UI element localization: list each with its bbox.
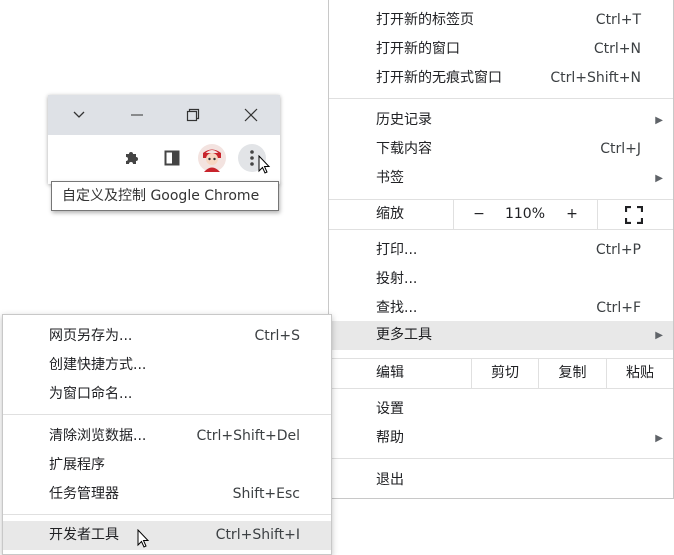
menu-item-extensions[interactable]: 扩展程序 bbox=[3, 451, 331, 480]
menu-item-label: 设置 bbox=[376, 401, 404, 417]
menu-separator bbox=[329, 388, 673, 389]
zoom-level: 110% bbox=[504, 206, 546, 222]
submenu-arrow-icon: ▶ bbox=[655, 330, 663, 341]
menu-item-new-window[interactable]: 打开新的窗口 Ctrl+N bbox=[329, 35, 673, 64]
vertical-dots-icon bbox=[250, 150, 254, 166]
menu-item-label: 扩展程序 bbox=[49, 457, 105, 473]
menu-item-name-window[interactable]: 为窗口命名... bbox=[3, 380, 331, 409]
tooltip: 自定义及控制 Google Chrome bbox=[51, 181, 279, 211]
menu-item-label: 退出 bbox=[376, 472, 404, 488]
menu-item-label: 任务管理器 bbox=[49, 486, 119, 502]
zoom-label: 缩放 bbox=[376, 206, 404, 222]
close-button[interactable] bbox=[228, 95, 274, 135]
menu-item-label: 打开新的窗口 bbox=[376, 41, 460, 57]
menu-item-label: 创建快捷方式... bbox=[49, 357, 147, 373]
menu-item-find[interactable]: 查找... Ctrl+F bbox=[329, 294, 673, 323]
mouse-cursor-icon bbox=[137, 529, 150, 548]
restore-icon bbox=[186, 108, 200, 122]
menu-separator bbox=[3, 514, 331, 515]
menu-item-more-tools[interactable]: 更多工具 ▶ bbox=[329, 321, 673, 350]
avatar-icon bbox=[198, 144, 226, 172]
chevron-down-icon bbox=[73, 111, 85, 118]
menu-item-shortcut: Ctrl+P bbox=[595, 242, 641, 258]
side-panel-button[interactable] bbox=[158, 144, 186, 172]
menu-item-label: 历史记录 bbox=[376, 112, 432, 128]
minimize-button[interactable] bbox=[114, 95, 160, 135]
menu-item-shortcut: Ctrl+T bbox=[595, 12, 641, 28]
menu-separator bbox=[329, 229, 673, 230]
menu-item-shortcut: Ctrl+Shift+Del bbox=[196, 428, 300, 444]
menu-item-label: 帮助 bbox=[376, 430, 404, 446]
close-icon bbox=[244, 108, 258, 122]
menu-item-label: 投射... bbox=[376, 271, 418, 287]
menu-separator bbox=[329, 98, 673, 99]
menu-item-shortcut: Ctrl+Shift+I bbox=[215, 527, 300, 543]
menu-item-label: 打开新的标签页 bbox=[376, 12, 474, 28]
submenu-arrow-icon: ▶ bbox=[655, 433, 663, 444]
menu-item-help[interactable]: 帮助 ▶ bbox=[329, 424, 673, 453]
menu-item-label: 更多工具 bbox=[376, 327, 432, 343]
menu-item-settings[interactable]: 设置 bbox=[329, 395, 673, 424]
menu-item-exit[interactable]: 退出 bbox=[329, 466, 673, 495]
chrome-main-menu: 打开新的标签页 Ctrl+T 打开新的窗口 Ctrl+N 打开新的无痕式窗口 C… bbox=[328, 0, 674, 499]
menu-item-shortcut: Ctrl+S bbox=[254, 328, 300, 344]
title-bar bbox=[48, 95, 280, 135]
minimize-icon bbox=[131, 114, 143, 116]
menu-item-label: 为窗口命名... bbox=[49, 386, 133, 402]
menu-item-shortcut: Ctrl+J bbox=[600, 141, 641, 157]
puzzle-icon bbox=[126, 152, 138, 164]
browser-toolbar bbox=[48, 135, 280, 184]
menu-separator bbox=[3, 414, 331, 415]
edit-label: 编辑 bbox=[376, 365, 404, 381]
zoom-in-button[interactable]: + bbox=[557, 200, 587, 229]
fullscreen-icon bbox=[624, 205, 644, 225]
zoom-divider bbox=[597, 200, 598, 229]
side-panel-icon bbox=[164, 150, 180, 166]
menu-item-label: 下载内容 bbox=[376, 141, 432, 157]
menu-item-cast[interactable]: 投射... bbox=[329, 265, 673, 294]
menu-item-downloads[interactable]: 下载内容 Ctrl+J bbox=[329, 135, 673, 164]
zoom-row: 缩放 − 110% + bbox=[329, 200, 673, 229]
menu-item-label: 打开新的无痕式窗口 bbox=[376, 70, 502, 86]
edit-row: 编辑 剪切 复制 粘贴 bbox=[329, 359, 673, 388]
submenu-arrow-icon: ▶ bbox=[655, 115, 663, 126]
menu-item-shortcut: Ctrl+Shift+N bbox=[550, 70, 641, 86]
menu-item-print[interactable]: 打印... Ctrl+P bbox=[329, 236, 673, 265]
cut-button[interactable]: 剪切 bbox=[472, 359, 538, 388]
menu-item-label: 打印... bbox=[376, 242, 418, 258]
fullscreen-button[interactable] bbox=[624, 205, 644, 225]
paste-button[interactable]: 粘贴 bbox=[607, 359, 673, 388]
menu-item-label: 清除浏览数据... bbox=[49, 428, 147, 444]
restore-button[interactable] bbox=[170, 95, 216, 135]
zoom-divider bbox=[453, 200, 454, 229]
more-tools-submenu: 网页另存为... Ctrl+S 创建快捷方式... 为窗口命名... 清除浏览数… bbox=[2, 314, 332, 555]
menu-item-save-page[interactable]: 网页另存为... Ctrl+S bbox=[3, 322, 331, 351]
profile-avatar[interactable] bbox=[198, 144, 226, 172]
menu-item-label: 开发者工具 bbox=[49, 527, 119, 543]
menu-item-shortcut: Shift+Esc bbox=[232, 486, 300, 502]
menu-item-new-tab[interactable]: 打开新的标签页 Ctrl+T bbox=[329, 6, 673, 35]
menu-item-dev-tools[interactable]: 开发者工具 Ctrl+Shift+I bbox=[3, 521, 331, 550]
menu-item-label: 查找... bbox=[376, 300, 418, 316]
zoom-out-button[interactable]: − bbox=[464, 200, 494, 229]
submenu-arrow-icon: ▶ bbox=[655, 173, 663, 184]
menu-item-label: 网页另存为... bbox=[49, 328, 133, 344]
menu-item-bookmarks[interactable]: 书签 ▶ bbox=[329, 164, 673, 193]
menu-item-new-incognito[interactable]: 打开新的无痕式窗口 Ctrl+Shift+N bbox=[329, 64, 673, 93]
menu-item-shortcut: Ctrl+F bbox=[596, 300, 641, 316]
menu-item-shortcut: Ctrl+N bbox=[593, 41, 641, 57]
menu-item-create-shortcut[interactable]: 创建快捷方式... bbox=[3, 351, 331, 380]
chrome-window-snippet bbox=[48, 95, 280, 184]
mouse-cursor-icon bbox=[258, 155, 271, 174]
extensions-button[interactable] bbox=[118, 144, 146, 172]
menu-item-label: 书签 bbox=[376, 170, 404, 186]
menu-separator bbox=[329, 458, 673, 459]
menu-item-history[interactable]: 历史记录 ▶ bbox=[329, 106, 673, 135]
menu-item-task-manager[interactable]: 任务管理器 Shift+Esc bbox=[3, 480, 331, 509]
tab-search-button[interactable] bbox=[56, 95, 102, 135]
copy-button[interactable]: 复制 bbox=[539, 359, 606, 388]
menu-item-clear-data[interactable]: 清除浏览数据... Ctrl+Shift+Del bbox=[3, 422, 331, 451]
